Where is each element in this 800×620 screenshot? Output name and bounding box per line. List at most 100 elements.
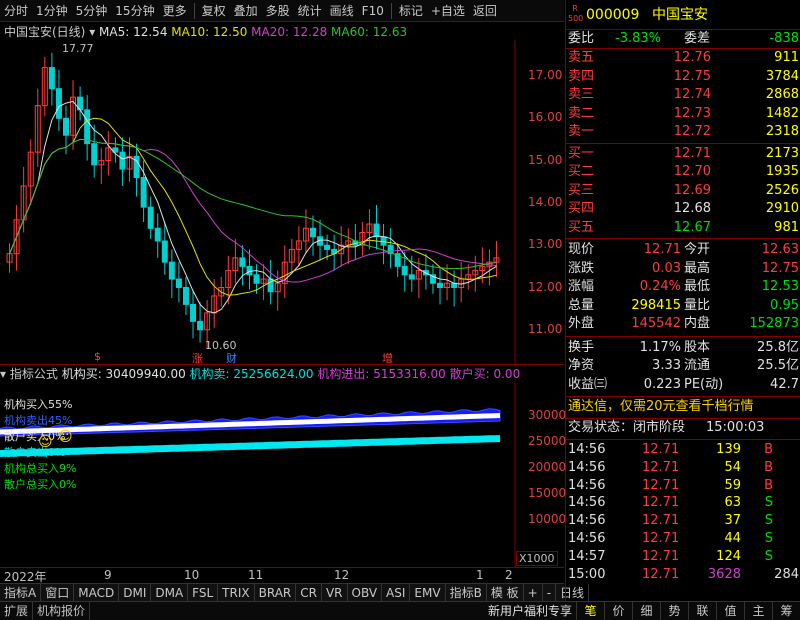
candle-body — [239, 257, 246, 267]
indicator-tab[interactable]: DMA — [151, 584, 189, 601]
tick-row: 14:56 12.71 59 B — [566, 477, 800, 495]
tick-time: 14:56 — [568, 513, 606, 529]
tick-row: 14:56 12.71 54 B — [566, 459, 800, 477]
smiley-icon: ☺ — [38, 434, 53, 450]
promo-banner[interactable]: 通达信，仅需20元查看千档行情 — [568, 398, 800, 416]
toolbar-item[interactable]: 返回 — [469, 0, 501, 22]
indicator-tab[interactable]: 模 板 — [487, 584, 524, 601]
indicator-tab[interactable]: EMV — [410, 584, 446, 601]
candle-body — [48, 67, 55, 90]
toolbar-item[interactable]: 画线 — [326, 0, 358, 22]
stat-label: 流通 — [684, 358, 711, 373]
indicator-legend-item: 散户卖出0% — [4, 446, 66, 459]
candle-body — [380, 236, 387, 246]
quote-tab[interactable]: 笔 — [576, 602, 604, 620]
toolbar-item[interactable]: 统计 — [294, 0, 326, 22]
date-tick-label: 12 — [334, 568, 350, 582]
event-marker[interactable]: 财 — [226, 350, 237, 366]
candle-body — [84, 109, 91, 145]
ma60-label: MA60: 12.63 — [331, 25, 408, 39]
candle-body — [161, 240, 168, 263]
indicator-tab[interactable]: 窗口 — [41, 584, 75, 601]
indicator-tab[interactable]: MACD — [74, 584, 120, 601]
toolbar-item[interactable]: 5分钟 — [72, 0, 112, 22]
toolbar-item[interactable]: +自选 — [427, 0, 469, 22]
toolbar-item[interactable]: 分时 — [0, 0, 32, 22]
ask-row[interactable]: 卖五 12.76 911 — [566, 49, 800, 67]
toolbar-item[interactable]: 叠加 — [230, 0, 262, 22]
indicator-tab[interactable]: CR — [296, 584, 322, 601]
indicator-tab[interactable]: DMI — [119, 584, 152, 601]
toolbar-item[interactable]: 多股 — [262, 0, 294, 22]
toolbar-item[interactable]: 标记 — [395, 0, 427, 22]
toolbar-item[interactable]: 更多 — [159, 0, 191, 22]
stat-label: PE(动) — [684, 376, 724, 392]
ask-label: 卖五 — [568, 50, 595, 65]
event-marker[interactable]: 涨 — [192, 350, 203, 366]
moving-average-line — [9, 138, 497, 283]
bid-price: 12.71 — [673, 145, 711, 161]
trade-status-time: 15:00:03 — [706, 420, 765, 435]
indicator-tab[interactable]: BRAR — [255, 584, 297, 601]
new-user-promo[interactable]: 新用户福利专享 — [484, 602, 576, 620]
stat-label: 总量 — [568, 297, 595, 313]
toolbar-item[interactable]: 复权 — [198, 0, 230, 22]
candle-body — [175, 278, 182, 288]
institution-quote-button[interactable]: 机构报价 — [33, 602, 91, 620]
toolbar-item[interactable]: 1分钟 — [32, 0, 72, 22]
toolbar-item[interactable]: F10 — [358, 0, 388, 22]
ask-price: 12.72 — [673, 124, 711, 139]
bid-row[interactable]: 买五 12.67 981 — [566, 219, 800, 237]
indicator-tab[interactable]: TRIX — [218, 584, 255, 601]
bid-row[interactable]: 买三 12.69 2526 — [566, 182, 800, 200]
main-chart-legend: 中国宝安(日线) ▾ MA5: 12.54 MA10: 12.50 MA20: … — [4, 24, 407, 40]
indicator-tab[interactable]: VR — [322, 584, 348, 601]
indicator-name[interactable]: 指标公式 — [10, 367, 58, 381]
quote-tab[interactable]: 值 — [716, 602, 744, 620]
expand-button[interactable]: 扩展 — [0, 602, 34, 620]
indicator-chart[interactable] — [0, 382, 564, 567]
bid-row[interactable]: 买二 12.70 1935 — [566, 163, 800, 181]
indicator-tab[interactable]: 指标B — [446, 584, 487, 601]
event-marker[interactable]: 增 — [382, 350, 393, 366]
quote-tab[interactable]: 势 — [660, 602, 688, 620]
indicator-tab[interactable]: ASI — [382, 584, 411, 601]
tick-row: 14:56 12.71 44 S — [566, 530, 800, 548]
quote-tab[interactable]: 联 — [688, 602, 716, 620]
price-tick-label: 16.00 — [528, 110, 563, 125]
toolbar-separator — [390, 2, 392, 19]
indicator-tab[interactable]: 指标A — [0, 584, 42, 601]
tick-price: 12.71 — [642, 548, 680, 564]
quote-tab[interactable]: 细 — [632, 602, 660, 620]
collapse-icon[interactable]: ▾ — [89, 25, 99, 39]
toolbar-item[interactable]: 15分钟 — [111, 0, 158, 22]
stat-label: 最高 — [684, 260, 711, 276]
quote-stat-row: 换手 1.17% 股本 25.8亿 — [566, 339, 800, 357]
indicator-collapse-icon[interactable]: ▾ — [0, 367, 10, 381]
stat-value: 0.95 — [770, 297, 799, 313]
tick-volume: 59 — [724, 477, 741, 493]
bid-row[interactable]: 买一 12.71 2173 — [566, 145, 800, 163]
quote-tab[interactable]: 主 — [744, 602, 772, 620]
event-marker[interactable]: $ — [94, 350, 101, 363]
indicator-tab[interactable]: OBV — [348, 584, 383, 601]
price-tick-label: 13.00 — [528, 237, 563, 252]
app-window: { "toolbar":{"items":["分时","1分钟","5分钟","… — [0, 0, 800, 620]
indicator-tab[interactable]: FSL — [188, 584, 219, 601]
ask-row[interactable]: 卖四 12.75 3784 — [566, 68, 800, 86]
indicator-tab[interactable]: - — [543, 584, 557, 601]
quote-tab[interactable]: 筹 — [772, 602, 800, 620]
ask-row[interactable]: 卖二 12.73 1482 — [566, 105, 800, 123]
quote-tab[interactable]: 价 — [604, 602, 632, 620]
ask-row[interactable]: 卖三 12.74 2868 — [566, 86, 800, 104]
ask-row[interactable]: 卖一 12.72 2318 — [566, 123, 800, 141]
stat-label: 涨跌 — [568, 260, 595, 276]
tick-price: 12.71 — [642, 477, 680, 493]
bid-row[interactable]: 买四 12.68 2910 — [566, 200, 800, 218]
bottom-bar: 扩展 机构报价 新用户福利专享 笔价细势联值主筹 — [0, 601, 800, 620]
kline-chart[interactable] — [0, 40, 564, 364]
indicator-tick-label: 10000 — [528, 512, 567, 526]
tick-side: 284 — [774, 566, 799, 582]
ask-price: 12.73 — [673, 105, 711, 121]
indicator-tab[interactable]: + — [524, 584, 543, 601]
